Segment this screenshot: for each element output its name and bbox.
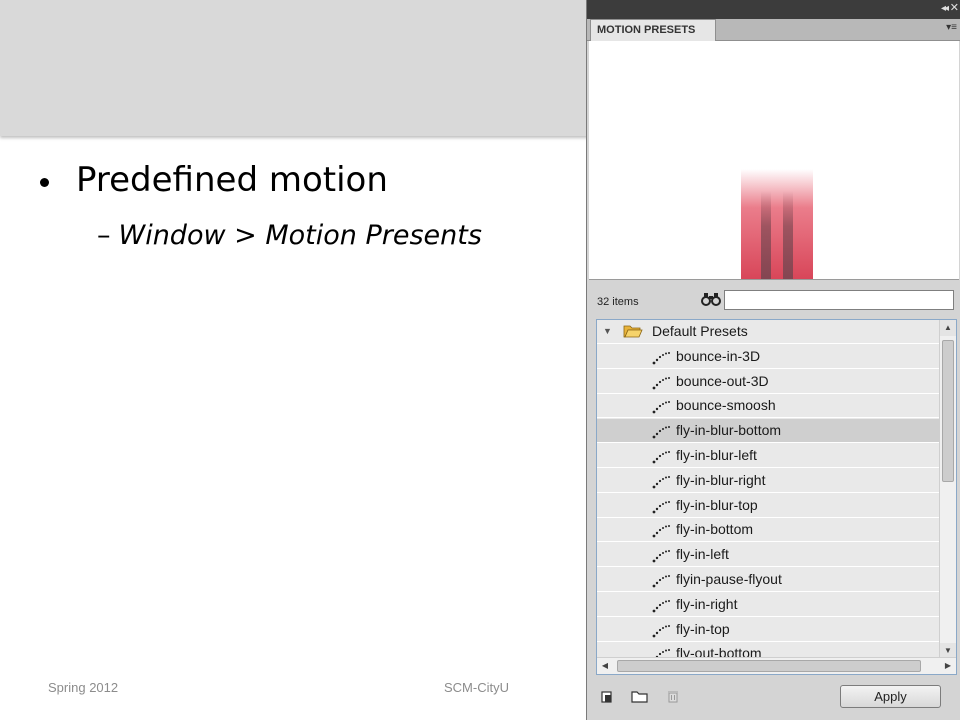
- folder-row-default-presets[interactable]: ▼ Default Presets: [597, 320, 940, 344]
- preset-row[interactable]: fly-in-right: [597, 593, 940, 617]
- close-icon[interactable]: ✕: [950, 1, 959, 14]
- horizontal-scrollbar[interactable]: ◀ ▶: [597, 657, 956, 674]
- preset-label: fly-in-blur-left: [676, 447, 757, 463]
- new-preset-icon[interactable]: [599, 688, 615, 704]
- motion-path-icon: [652, 473, 670, 489]
- sub-bullet-text: Window > Motion Presents: [118, 220, 482, 251]
- motion-path-icon: [652, 547, 670, 563]
- panel-menu-icon[interactable]: ▾≡: [946, 22, 957, 33]
- motion-path-icon: [652, 349, 670, 365]
- apply-button[interactable]: Apply: [840, 685, 941, 708]
- footer-date: Spring 2012: [48, 680, 119, 695]
- motion-path-icon: [652, 374, 670, 389]
- motion-path-icon: [652, 423, 670, 439]
- preset-label: flyin-pause-flyout: [676, 571, 782, 587]
- preset-label: fly-in-blur-right: [676, 471, 766, 488]
- vertical-scroll-thumb[interactable]: [942, 340, 954, 482]
- panel-footer: Apply: [587, 676, 960, 720]
- horizontal-scroll-thumb[interactable]: [617, 660, 921, 672]
- preset-label: bounce-out-3D: [676, 372, 769, 389]
- preset-row[interactable]: flyin-pause-flyout: [597, 568, 940, 592]
- new-folder-icon[interactable]: [631, 688, 648, 704]
- motion-path-icon: [652, 398, 670, 414]
- motion-path-icon: [652, 498, 670, 513]
- preset-preview: [589, 41, 959, 280]
- preset-label: fly-in-top: [676, 620, 730, 637]
- preset-row[interactable]: fly-in-blur-top: [597, 494, 940, 518]
- preset-label: fly-in-bottom: [676, 521, 754, 538]
- bullet-dot-icon: [40, 178, 49, 187]
- sub-bullet-item: – Window > Motion Presents: [97, 220, 482, 251]
- collapse-icon[interactable]: ◂◂: [941, 3, 949, 14]
- preview-animation-image: [741, 169, 813, 279]
- bullet-text: Predefined motion: [76, 160, 388, 200]
- preset-list: ▼ Default Presets bounce-in-3D bounce-out…: [596, 319, 957, 675]
- search-input[interactable]: [724, 290, 954, 310]
- search-row: 32 items: [587, 286, 960, 316]
- preset-label: fly-in-blur-bottom: [676, 422, 782, 439]
- preset-label: fly-in-left: [676, 546, 729, 563]
- preset-row[interactable]: bounce-in-3D: [597, 345, 940, 369]
- sub-bullet-dash: –: [97, 220, 111, 251]
- preset-row[interactable]: fly-in-bottom: [597, 518, 940, 543]
- motion-path-icon: [652, 522, 670, 538]
- slide-title-area: [0, 0, 600, 136]
- motion-path-icon: [652, 622, 670, 637]
- trash-icon[interactable]: [665, 688, 681, 704]
- preset-label: bounce-in-3D: [676, 347, 761, 364]
- motion-presets-panel: ◂◂ ✕ MOTION PRESETS ▾≡ 32 items ▼ Defaul…: [586, 0, 960, 720]
- scroll-left-icon[interactable]: ◀: [597, 658, 613, 674]
- preset-row[interactable]: fly-in-top: [597, 618, 940, 642]
- scroll-right-icon[interactable]: ▶: [940, 658, 956, 674]
- panel-tab-bar: MOTION PRESETS ▾≡: [587, 19, 960, 41]
- preset-label: fly-in-blur-top: [676, 496, 758, 513]
- folder-open-icon: [623, 323, 643, 339]
- vertical-scrollbar[interactable]: ▲ ▼: [939, 320, 956, 659]
- preset-label: bounce-smoosh: [676, 397, 776, 414]
- preset-row[interactable]: bounce-smoosh: [597, 394, 940, 419]
- item-count: 32 items: [597, 296, 639, 308]
- binoculars-icon[interactable]: [701, 292, 721, 309]
- motion-path-icon: [652, 448, 670, 464]
- preview-stripe: [783, 191, 793, 279]
- tab-motion-presets[interactable]: MOTION PRESETS: [590, 19, 716, 41]
- motion-path-icon: [652, 597, 670, 613]
- motion-path-icon: [652, 572, 670, 588]
- footer-org: SCM-CityU: [444, 680, 509, 695]
- preset-row[interactable]: bounce-out-3D: [597, 370, 940, 394]
- preview-stripe: [761, 191, 771, 279]
- preset-row[interactable]: fly-in-left: [597, 543, 940, 568]
- preset-row[interactable]: fly-in-blur-left: [597, 444, 940, 468]
- preset-row[interactable]: fly-in-blur-bottom: [597, 419, 940, 444]
- expand-arrow-icon[interactable]: ▼: [603, 320, 612, 343]
- folder-label: Default Presets: [652, 323, 748, 339]
- preset-label: fly-in-right: [676, 595, 738, 612]
- panel-title-strip: ◂◂ ✕: [587, 0, 960, 19]
- preset-row[interactable]: fly-in-blur-right: [597, 469, 940, 493]
- scroll-up-icon[interactable]: ▲: [940, 320, 956, 336]
